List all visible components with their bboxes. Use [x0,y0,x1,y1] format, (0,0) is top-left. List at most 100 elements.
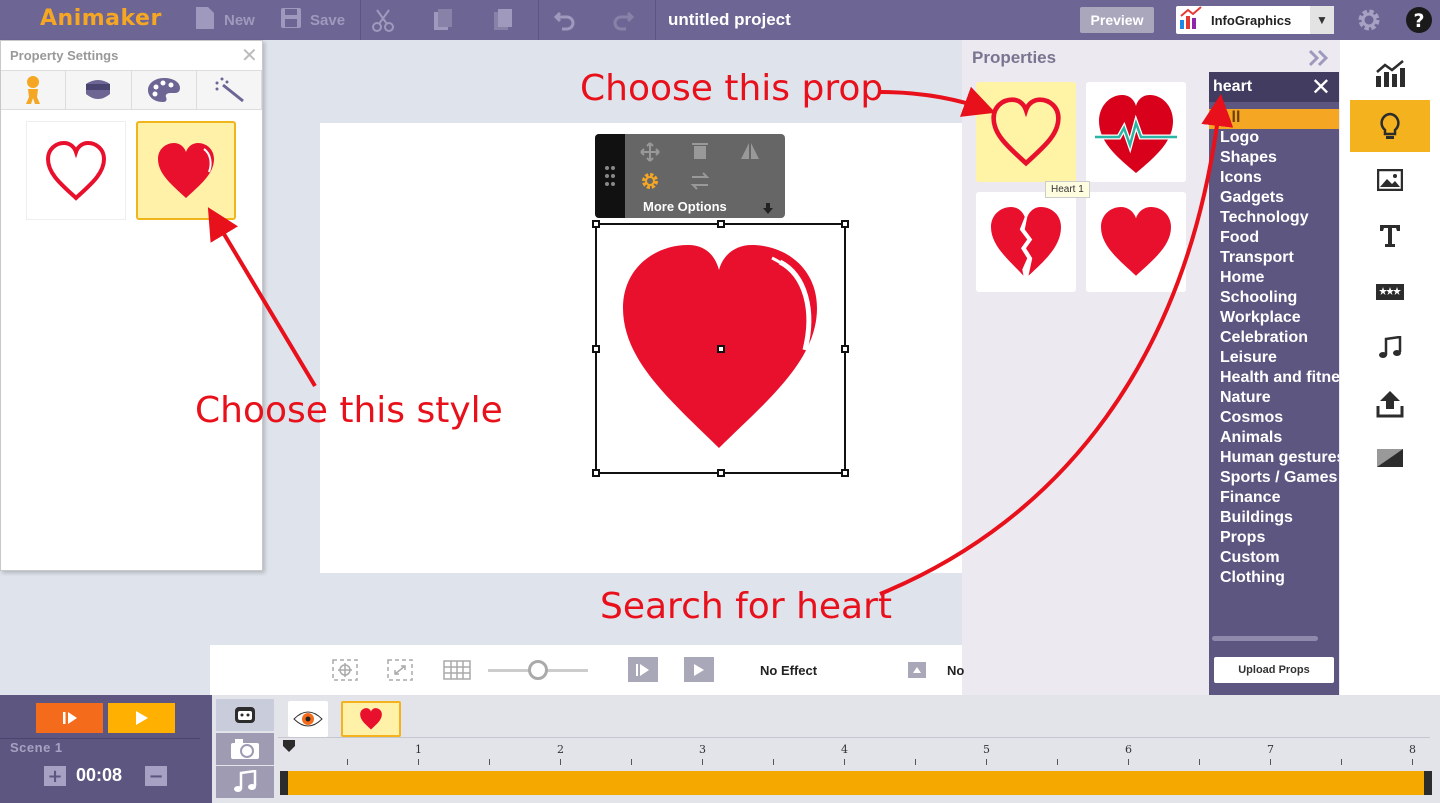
settings-icon[interactable] [640,171,660,196]
upload-icon[interactable] [1350,378,1430,430]
effect-label[interactable]: No Effect [760,663,817,678]
track-end-handle[interactable] [1424,771,1432,795]
resize-handle[interactable] [592,469,600,477]
triangle-up-icon[interactable] [908,662,926,678]
copy-icon[interactable] [432,0,454,40]
swap-icon[interactable] [690,171,710,196]
clear-search-icon[interactable]: ✕ [1311,73,1331,101]
category-item[interactable]: Finance [1209,489,1339,509]
help-icon[interactable]: ? [1405,6,1433,39]
category-item[interactable]: Gadgets [1209,189,1339,209]
magic-wand-icon[interactable] [197,71,262,109]
play-from-start-button[interactable] [628,657,658,682]
text-icon[interactable] [1350,210,1430,262]
trash-icon[interactable] [692,142,708,165]
collapse-icon[interactable] [1308,49,1330,72]
minus-icon[interactable]: − [145,766,167,787]
preview-button[interactable]: Preview [1080,7,1154,33]
category-item[interactable]: Shapes [1209,149,1339,169]
horizontal-scrollbar[interactable] [1212,636,1318,641]
flip-icon[interactable] [740,142,760,165]
selection-box[interactable] [592,220,849,477]
prop-heart-broken[interactable] [976,192,1076,292]
category-item[interactable]: Schooling [1209,289,1339,309]
resize-handle[interactable] [841,469,849,477]
track-start-handle[interactable] [280,771,288,795]
prop-heart-outline[interactable] [976,82,1076,182]
resize-handle[interactable] [841,220,849,228]
cut-icon[interactable] [372,0,394,40]
crosshair-icon[interactable] [332,659,358,686]
effect-label-2[interactable]: No [947,663,964,678]
plus-icon[interactable]: + [44,766,66,787]
play-button[interactable] [684,657,714,682]
category-item[interactable]: Workplace [1209,309,1339,329]
drag-grip[interactable] [595,134,625,218]
camera-tab[interactable] [216,733,274,765]
category-item[interactable]: Props [1209,529,1339,549]
category-item[interactable]: Icons [1209,169,1339,189]
music-icon[interactable] [1350,322,1430,374]
person-icon[interactable] [1,71,67,109]
zoom-slider-thumb[interactable] [528,660,548,680]
category-item[interactable]: Leisure [1209,349,1339,369]
grid-icon[interactable] [443,660,471,685]
resize-handle[interactable] [592,345,600,353]
search-input[interactable] [1213,78,1311,96]
upload-props-button[interactable]: Upload Props [1214,657,1334,683]
arrow-down-icon[interactable] [763,202,773,220]
playhead-icon[interactable] [282,739,296,758]
category-item[interactable]: Human gestures [1209,449,1339,469]
timeline-ruler[interactable]: 1 2 3 4 5 6 7 8 [280,739,1432,767]
category-item[interactable]: Transport [1209,249,1339,269]
category-item[interactable]: Custom [1209,549,1339,569]
image-icon[interactable] [1350,154,1430,206]
category-item[interactable]: All [1209,109,1339,129]
style-option-filled[interactable] [136,121,236,220]
new-button[interactable]: New [194,0,255,40]
center-handle[interactable] [717,345,725,353]
heart-thumbnail[interactable] [341,701,401,737]
face-icon[interactable] [66,71,132,109]
category-item[interactable]: Technology [1209,209,1339,229]
gear-icon[interactable] [1356,7,1382,38]
resize-handle[interactable] [841,345,849,353]
category-item[interactable]: Health and fitness [1209,369,1339,389]
save-button[interactable]: Save [280,0,345,40]
charts-icon[interactable] [1350,48,1430,100]
background-icon[interactable] [1350,432,1430,484]
style-option-outline[interactable] [26,121,126,220]
resize-handle[interactable] [592,220,600,228]
category-item[interactable]: Celebration [1209,329,1339,349]
category-item[interactable]: Clothing [1209,569,1339,589]
category-item[interactable]: Animals [1209,429,1339,449]
play-scene-from-start-button[interactable] [36,703,103,733]
category-item[interactable]: Buildings [1209,509,1339,529]
template-select[interactable]: InfoGraphics ▼ [1176,5,1334,34]
undo-icon[interactable] [554,0,576,40]
category-item[interactable]: Nature [1209,389,1339,409]
palette-icon[interactable] [132,71,197,109]
prop-heart-filled[interactable] [1086,192,1186,292]
chevron-down-icon[interactable]: ▼ [1310,6,1334,34]
redo-icon[interactable] [612,0,634,40]
category-item[interactable]: Food [1209,229,1339,249]
move-icon[interactable] [640,142,660,167]
play-scene-button[interactable] [108,703,175,733]
rating-icon[interactable] [1350,266,1430,318]
resize-handle[interactable] [717,469,725,477]
prop-heart-pulse[interactable] [1086,82,1186,182]
more-options-button[interactable]: More Options [643,199,727,214]
category-item[interactable]: Sports / Games [1209,469,1339,489]
close-icon[interactable]: ✕ [241,43,258,67]
project-title[interactable]: untitled project [668,10,791,30]
category-item[interactable]: Cosmos [1209,409,1339,429]
category-item[interactable]: Home [1209,269,1339,289]
paste-icon[interactable] [492,0,514,40]
category-item[interactable]: Logo [1209,129,1339,149]
character-tab[interactable] [216,699,274,731]
resize-handle[interactable] [717,220,725,228]
eye-thumbnail[interactable] [288,701,328,737]
music-tab[interactable] [216,766,274,798]
heart-track[interactable] [280,771,1432,795]
